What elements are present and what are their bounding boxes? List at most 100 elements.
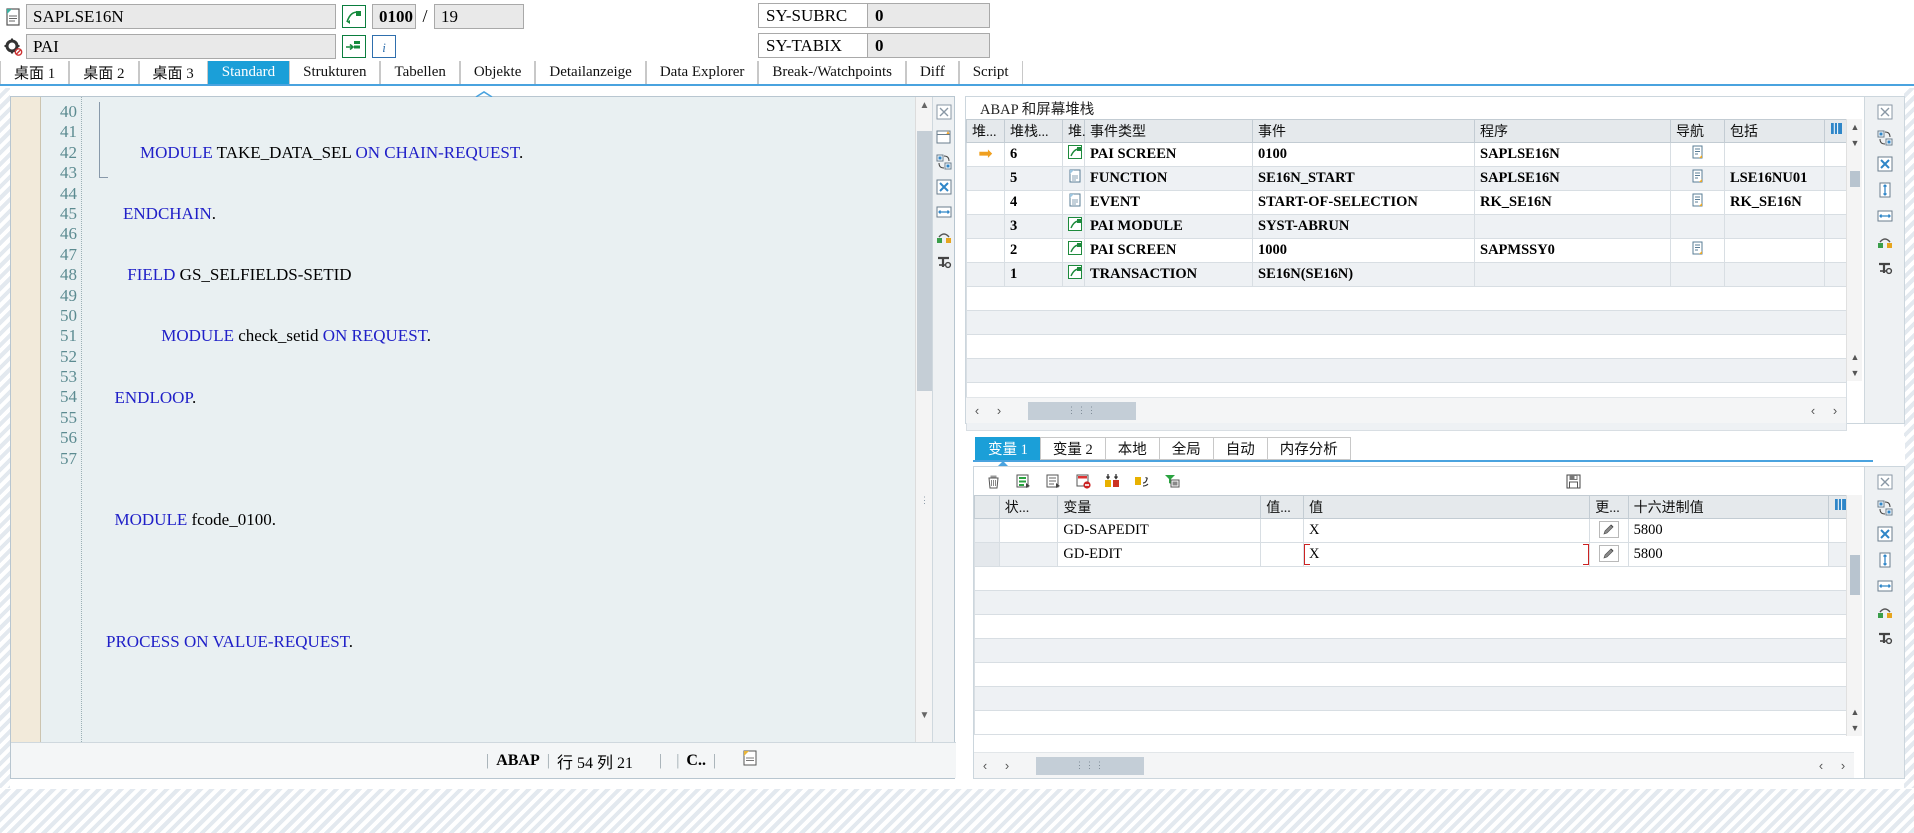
tab-detailanzeige[interactable]: Detailanzeige — [535, 61, 646, 84]
scroll-right-button[interactable]: › — [996, 755, 1018, 777]
variable-name[interactable]: GD-EDIT — [1057, 542, 1262, 567]
scroll-last-button[interactable]: › — [1832, 755, 1854, 777]
tab-objekte[interactable]: Objekte — [459, 61, 536, 84]
scroll-up-arrow[interactable]: ▲ — [916, 97, 933, 114]
resize-height-icon[interactable] — [1876, 551, 1894, 569]
stack-col-icon[interactable]: 堆. — [1062, 119, 1086, 143]
table-row[interactable]: 2 PAI SCREEN 1000 SAPMSSY0 — [966, 238, 1847, 263]
editor-scroll-grip[interactable]: ⋮ — [919, 495, 930, 505]
tab-data-explorer[interactable]: Data Explorer — [645, 61, 759, 84]
settings-tools-icon[interactable] — [935, 253, 953, 271]
pencil-icon[interactable] — [1589, 518, 1629, 543]
navigate-icon[interactable] — [1670, 190, 1725, 215]
tab-desktop-2[interactable]: 桌面 2 — [69, 61, 139, 84]
table-row[interactable]: GD-EDIT X 5800 — [974, 542, 1854, 567]
table-row[interactable]: GD-SAPEDIT X 5800 — [974, 518, 1854, 543]
stack-col-level[interactable]: 堆栈... — [1004, 119, 1063, 143]
code-viewport[interactable]: 40 41 42 43 44 45 46 47 48 49 50 51 52 5… — [11, 97, 893, 742]
tab-diff[interactable]: Diff — [905, 61, 959, 84]
settings-tools-icon[interactable] — [1876, 629, 1894, 647]
stack-col-marker[interactable]: 堆... — [966, 119, 1005, 143]
scroll-page-down[interactable]: ▼ — [1847, 365, 1863, 381]
screen-number-field[interactable]: 0100 — [372, 4, 416, 29]
code-text[interactable]: MODULE TAKE_DATA_SEL ON CHAIN-REQUEST. E… — [85, 97, 893, 742]
tab-global[interactable]: 全局 — [1158, 437, 1214, 460]
swap-panels-icon[interactable] — [1876, 129, 1894, 147]
editor-scroll-thumb[interactable] — [917, 131, 932, 391]
column-config-icon[interactable] — [1824, 119, 1847, 143]
stack-col-include[interactable]: 包括 — [1724, 119, 1825, 143]
insert-row-icon[interactable] — [1014, 472, 1032, 490]
close-window-icon[interactable] — [1876, 103, 1894, 121]
variables-col-hex[interactable]: 十六进制值 — [1627, 495, 1830, 519]
tab-desktop-3[interactable]: 桌面 3 — [138, 61, 208, 84]
scroll-thumb[interactable] — [1850, 555, 1860, 595]
variables-col-value[interactable]: 值 — [1303, 495, 1591, 519]
new-window-icon[interactable] — [935, 128, 953, 146]
program-name-field[interactable]: SAPLSE16N — [26, 4, 336, 29]
variables-col-value-short[interactable]: 值... — [1260, 495, 1305, 519]
resize-height-icon[interactable] — [1876, 181, 1894, 199]
tab-variables-2[interactable]: 变量 2 — [1039, 437, 1106, 460]
scroll-first-button[interactable]: ‹ — [1802, 400, 1824, 422]
pencil-icon[interactable] — [1589, 542, 1629, 567]
save-icon[interactable] — [1564, 472, 1582, 490]
scroll-thumb[interactable]: ⋮⋮⋮ — [1028, 401, 1136, 420]
goto-icon[interactable] — [342, 35, 366, 58]
variables-col-name[interactable]: 变量 — [1057, 495, 1262, 519]
scroll-last-button[interactable]: › — [1824, 400, 1846, 422]
tab-auto[interactable]: 自动 — [1212, 437, 1268, 460]
tab-break-watchpoints[interactable]: Break-/Watchpoints — [758, 61, 906, 84]
delete-row-icon[interactable] — [1074, 472, 1092, 490]
swap-panels-icon[interactable] — [935, 153, 953, 171]
scroll-page-down[interactable]: ▼ — [1847, 720, 1863, 736]
scroll-track[interactable]: ⋮⋮⋮ — [1018, 755, 1810, 777]
scroll-thumb[interactable]: ⋮⋮⋮ — [1036, 756, 1144, 775]
breakpoint-gutter[interactable] — [11, 97, 41, 742]
stack-col-event[interactable]: 事件 — [1252, 119, 1475, 143]
variable-value[interactable]: X — [1303, 518, 1591, 543]
resize-width-icon[interactable] — [1876, 207, 1894, 225]
tab-desktop-1[interactable]: 桌面 1 — [0, 61, 70, 84]
maximize-icon[interactable] — [1876, 525, 1894, 543]
variables-col-status[interactable]: 状... — [998, 495, 1059, 519]
table-row[interactable]: ➡ 6 PAI SCREEN 0100 SAPLSE16N — [966, 142, 1847, 167]
navigate-icon[interactable] — [1670, 238, 1725, 263]
bookmark-colors-icon[interactable] — [1876, 233, 1894, 251]
variables-vertical-scrollbar[interactable]: ▲ ▼ — [1846, 495, 1862, 736]
tab-local[interactable]: 本地 — [1104, 437, 1160, 460]
settings-tools-icon[interactable] — [1876, 259, 1894, 277]
screen-step-icon[interactable] — [342, 5, 366, 28]
scroll-thumb[interactable] — [1850, 171, 1860, 187]
scroll-down-arrow[interactable]: ▼ — [916, 707, 933, 724]
scroll-left-button[interactable]: ‹ — [974, 755, 996, 777]
maximize-icon[interactable] — [1876, 155, 1894, 173]
bookmark-colors-icon[interactable] — [1876, 603, 1894, 621]
table-row[interactable]: 4 EVENT START-OF-SELECTION RK_SE16N RK_S… — [966, 190, 1847, 215]
stack-col-event-type[interactable]: 事件类型 — [1084, 119, 1253, 143]
swap-panels-icon[interactable] — [1876, 499, 1894, 517]
maximize-icon[interactable] — [935, 178, 953, 196]
bookmark-colors-icon[interactable] — [935, 228, 953, 246]
stack-vertical-scrollbar[interactable]: ▲ ▼ ▲ ▼ — [1846, 119, 1862, 381]
resize-width-icon[interactable] — [1876, 577, 1894, 595]
close-window-icon[interactable] — [1876, 473, 1894, 491]
row-selector[interactable] — [974, 518, 1000, 543]
tab-tabellen[interactable]: Tabellen — [380, 61, 460, 84]
filter-icon[interactable] — [1164, 472, 1182, 490]
table-row[interactable]: 3 PAI MODULE SYST-ABRUN — [966, 214, 1847, 239]
table-row[interactable]: 1 TRANSACTION SE16N(SE16N) — [966, 262, 1847, 287]
stack-horizontal-scrollbar[interactable]: ‹ › ⋮⋮⋮ ‹ › — [966, 397, 1846, 423]
row-selector[interactable] — [974, 542, 1000, 567]
resize-width-icon[interactable] — [935, 203, 953, 221]
navigate-icon[interactable] — [1670, 142, 1725, 167]
info-icon[interactable]: i — [372, 35, 396, 58]
scroll-right-button[interactable]: › — [988, 400, 1010, 422]
tab-standard[interactable]: Standard — [207, 61, 290, 84]
tab-memory-analysis[interactable]: 内存分析 — [1266, 437, 1351, 460]
variable-name[interactable]: GD-SAPEDIT — [1057, 518, 1262, 543]
scroll-down-arrow[interactable]: ▼ — [1847, 135, 1863, 151]
stack-col-program[interactable]: 程序 — [1474, 119, 1671, 143]
tab-strukturen[interactable]: Strukturen — [289, 61, 381, 84]
scroll-first-button[interactable]: ‹ — [1810, 755, 1832, 777]
